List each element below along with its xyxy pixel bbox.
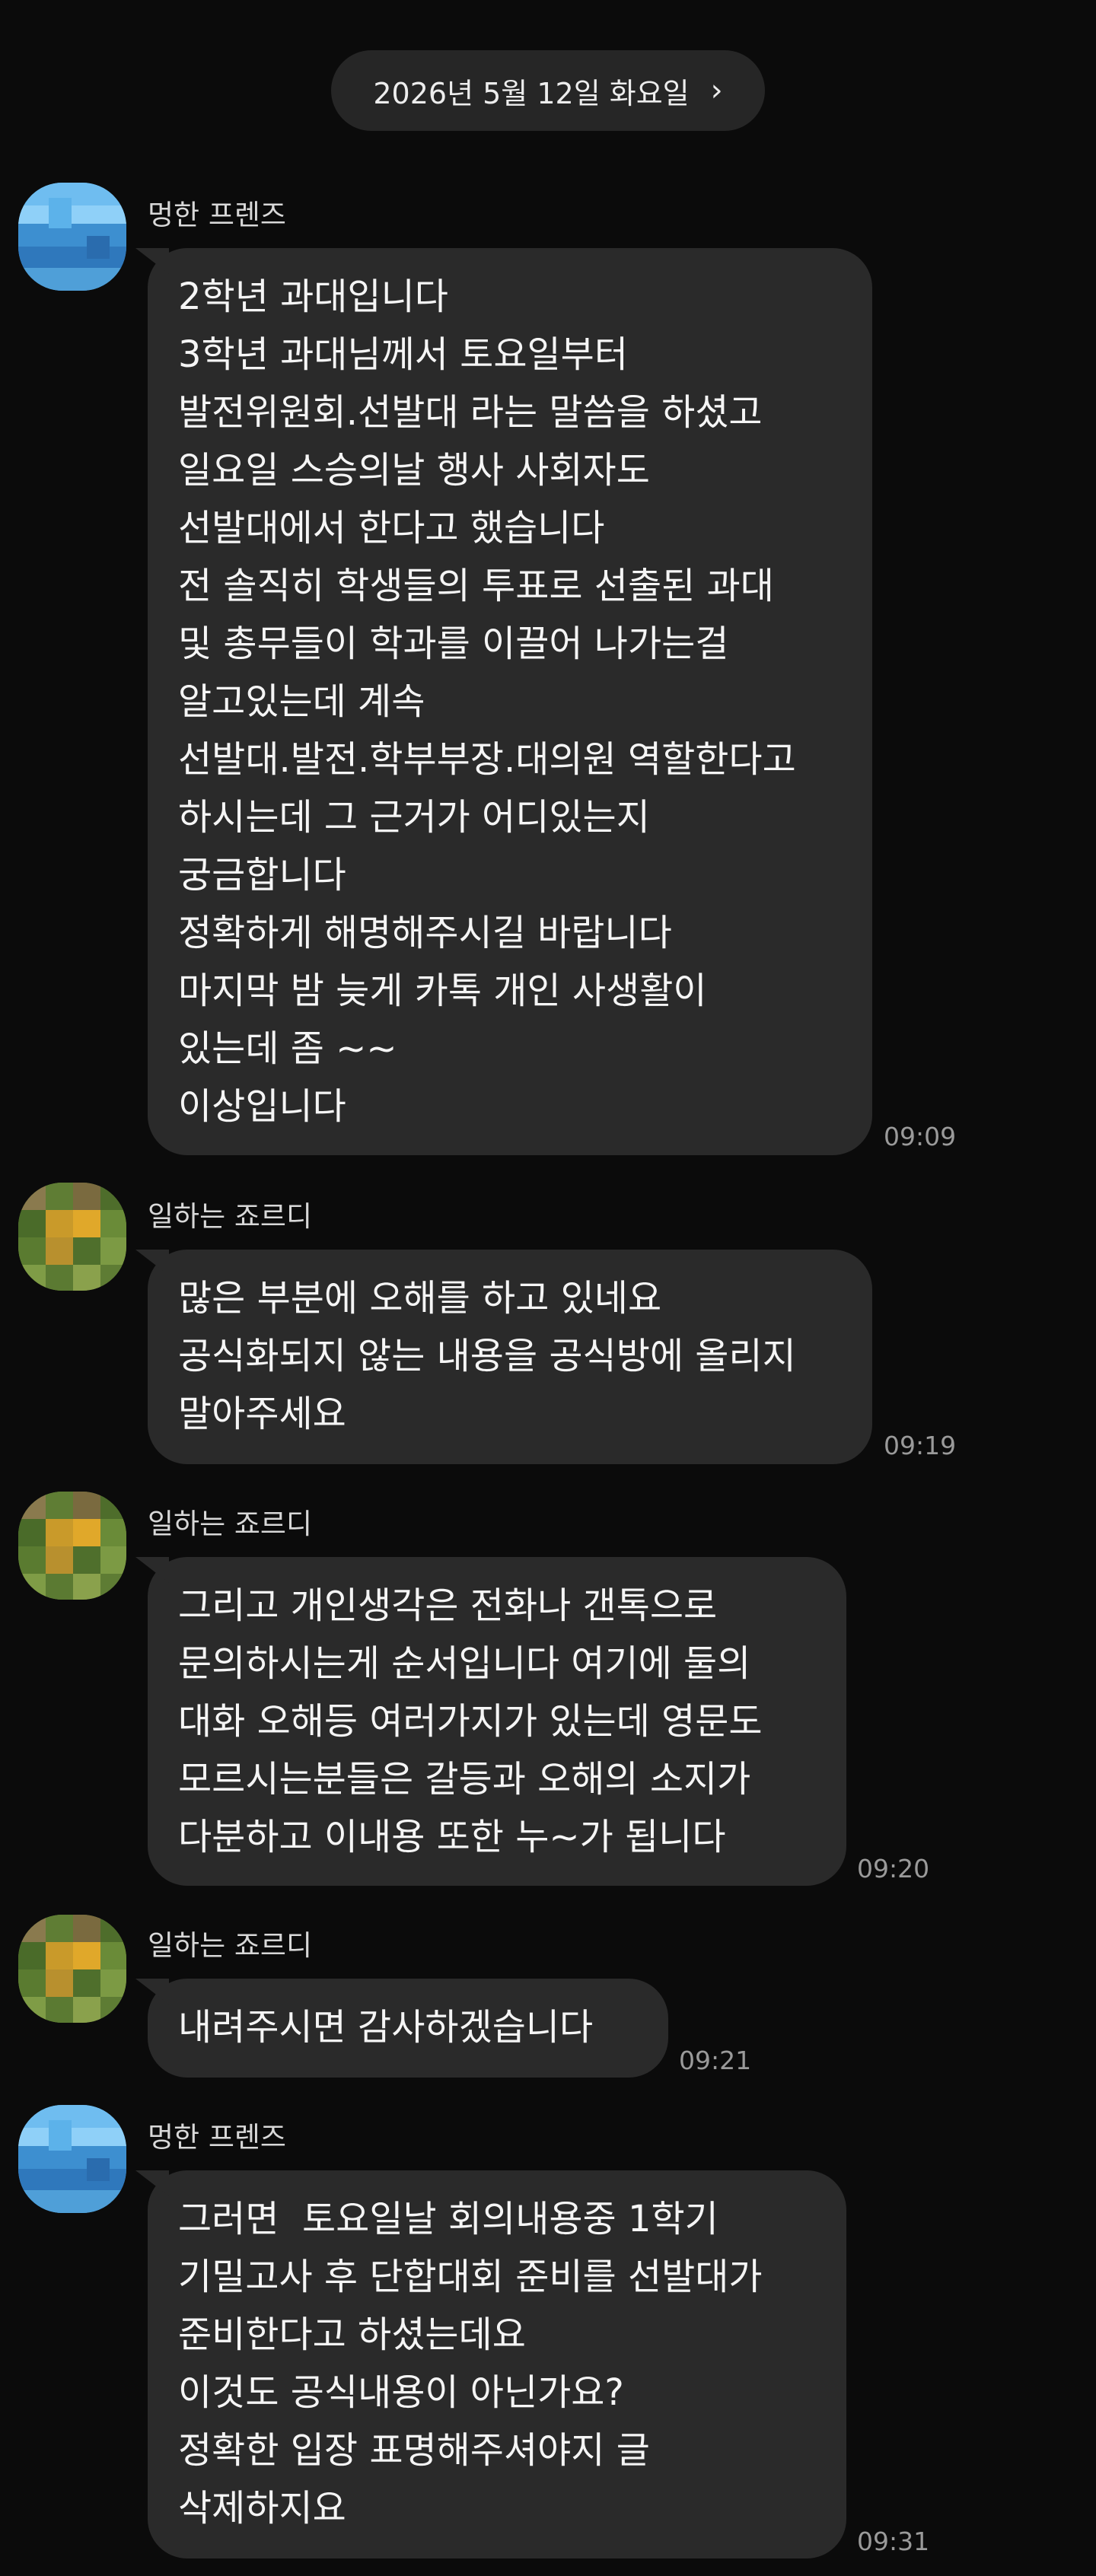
message-line: 2학년 과대입니다 <box>178 275 448 318</box>
message-line: 하시는데 그 근거가 어디있는지 <box>178 796 650 839</box>
message-bubble[interactable]: 그러면 토요일날 회의내용중 1학기 기밀고사 후 단합대회 준비를 선발대가 … <box>135 2170 846 2558</box>
message-line: 내려주시면 감사하겠습니다 <box>178 2006 594 2049</box>
message-line: 모르시는분들은 갈등과 오해의 소지가 <box>178 1758 751 1801</box>
message-time: 09:09 <box>884 1122 957 1151</box>
sender-name: 멍한 프렌즈 <box>148 199 286 231</box>
message-line: 3학년 과대님께서 토요일부터 <box>178 333 628 376</box>
message-line: 전 솔직히 학생들의 투표로 선출된 과대 <box>178 565 774 607</box>
message-line: 준비한다고 하셨는데요 <box>178 2313 526 2356</box>
message-line: 마지막 밤 늦게 카톡 개인 사생활이 <box>178 970 707 1012</box>
sender-name: 일하는 죠르디 <box>148 1929 313 1962</box>
message-time: 09:21 <box>679 2046 752 2075</box>
sender-name: 멍한 프렌즈 <box>148 2121 286 2154</box>
blurred-green-avatar-icon <box>18 1492 126 1600</box>
message-line: 문의하시는게 순서입니다 여기에 둘의 <box>178 1642 751 1685</box>
message-line: 공식화되지 않는 내용을 공식방에 올리지 <box>178 1335 796 1377</box>
bubble-tail <box>135 1979 169 2004</box>
chevron-right-icon: › <box>710 73 723 108</box>
avatar[interactable] <box>18 2105 126 2213</box>
message-time: 09:31 <box>857 2527 930 2556</box>
message-line: 그리고 개인생각은 전화나 갠톡으로 <box>178 1584 718 1627</box>
bubble-tail <box>135 1250 169 1275</box>
message-line: 대화 오해등 여러가지가 있는데 영문도 <box>178 1700 763 1743</box>
blurred-green-avatar-icon <box>18 1915 126 2023</box>
message-bubble[interactable]: 2학년 과대입니다 3학년 과대님께서 토요일부터 발전위원회.선발대 라는 말… <box>135 248 872 1155</box>
message-line: 알고있는데 계속 <box>178 680 425 723</box>
blurred-green-avatar-icon <box>18 1183 126 1291</box>
message-line: 선발대에서 한다고 했습니다 <box>178 507 605 549</box>
message-line: 많은 부분에 오해를 하고 있네요 <box>178 1277 662 1320</box>
message-line: 정확한 입장 표명해주셔야지 글 <box>178 2429 650 2472</box>
sender-name: 일하는 죠르디 <box>148 1200 313 1233</box>
message-line: 삭제하지요 <box>178 2487 346 2530</box>
avatar[interactable] <box>18 1183 126 1291</box>
message-line: 있는데 좀 ~~ <box>178 1027 397 1070</box>
date-header[interactable]: 2026년 5월 12일 화요일 › <box>331 50 765 131</box>
message-line: 및 총무들이 학과를 이끌어 나가는걸 <box>178 623 729 665</box>
avatar[interactable] <box>18 183 126 291</box>
date-label: 2026년 5월 12일 화요일 <box>373 76 690 110</box>
message-time: 09:20 <box>857 1854 930 1883</box>
sender-name: 일하는 죠르디 <box>148 1508 313 1540</box>
bubble-tail <box>135 248 169 274</box>
message-line: 궁금합니다 <box>178 854 346 896</box>
message-line: 선발대.발전.학부부장.대의원 역할한다고 <box>178 738 796 781</box>
message-bubble[interactable]: 내려주시면 감사하겠습니다 <box>135 1979 668 2078</box>
bubble-tail <box>135 1557 169 1583</box>
message-line: 기밀고사 후 단합대회 준비를 선발대가 <box>178 2256 763 2298</box>
avatar[interactable] <box>18 1915 126 2023</box>
message-line: 그러면 토요일날 회의내용중 1학기 <box>178 2198 718 2240</box>
message-time: 09:19 <box>884 1431 957 1460</box>
message-line: 말아주세요 <box>178 1393 346 1435</box>
message-bubble[interactable]: 그리고 개인생각은 전화나 갠톡으로 문의하시는게 순서입니다 여기에 둘의 대… <box>135 1557 846 1886</box>
message-line: 이것도 공식내용이 아닌가요? <box>178 2371 624 2414</box>
avatar[interactable] <box>18 1492 126 1600</box>
message-line: 이상입니다 <box>178 1085 346 1128</box>
message-line: 정확하게 해명해주시길 바랍니다 <box>178 912 672 954</box>
message-line: 일요일 스승의날 행사 사회자도 <box>178 449 650 492</box>
message-line: 발전위원회.선발대 라는 말씀을 하셨고 <box>178 391 763 434</box>
bubble-tail <box>135 2170 169 2196</box>
message-bubble[interactable]: 많은 부분에 오해를 하고 있네요 공식화되지 않는 내용을 공식방에 올리지 … <box>135 1250 872 1464</box>
message-line: 다분하고 이내용 또한 누~가 됩니다 <box>178 1816 726 1858</box>
blurred-blue-avatar-icon <box>18 183 126 291</box>
blurred-blue-avatar-icon <box>18 2105 126 2213</box>
